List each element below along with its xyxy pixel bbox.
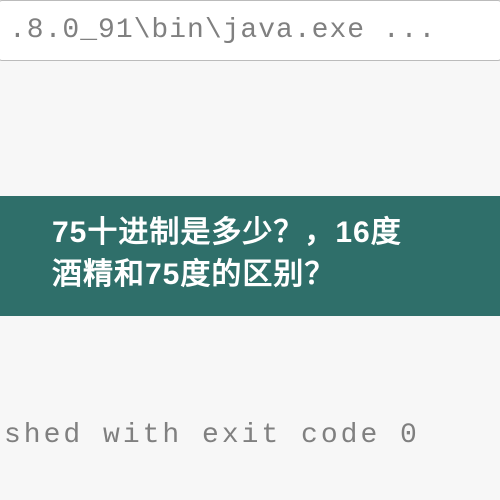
banner-line-1: 75十进制是多少？，16度 bbox=[52, 212, 472, 254]
code-path-box: .8.0_91\bin\java.exe ... bbox=[0, 0, 500, 61]
exit-code-text: shed with exit code 0 bbox=[4, 420, 420, 451]
banner-line-2: 酒精和75度的区别？ bbox=[52, 254, 472, 296]
code-path-text: .8.0_91\bin\java.exe ... bbox=[9, 15, 436, 46]
title-banner: 75十进制是多少？，16度 酒精和75度的区别？ bbox=[0, 196, 500, 316]
